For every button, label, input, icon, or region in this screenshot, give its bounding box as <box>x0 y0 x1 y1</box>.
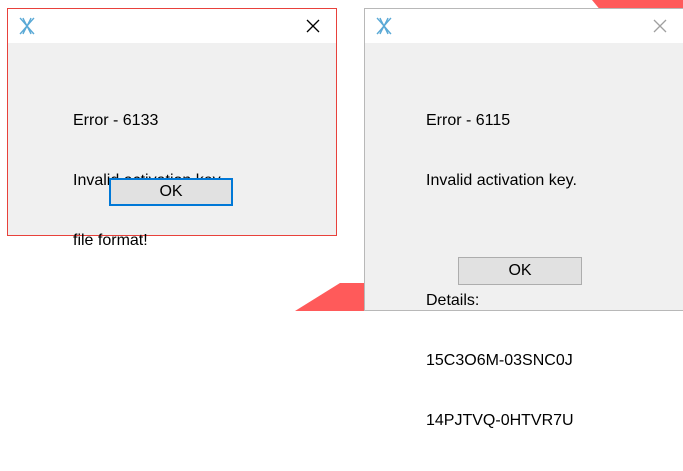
close-button[interactable] <box>637 9 683 43</box>
title-bar[interactable] <box>8 9 336 43</box>
message-line: Invalid activation key. <box>426 172 577 189</box>
app-logo-icon <box>376 17 392 35</box>
message-line: file format! <box>73 232 148 249</box>
ok-button[interactable]: OK <box>458 257 582 285</box>
message-line <box>426 231 577 251</box>
close-icon <box>653 19 667 33</box>
message-line: 15C3O6M-03SNC0J <box>426 352 573 369</box>
message-line: Error - 6133 <box>73 112 159 129</box>
error-dialog-6133: Error - 6133 Invalid activation.key file… <box>7 8 337 249</box>
close-icon <box>306 19 320 33</box>
message-line: Error - 6115 <box>426 112 511 129</box>
message-line: Details: <box>426 292 480 309</box>
ok-button[interactable]: OK <box>109 178 233 206</box>
title-bar[interactable] <box>365 9 683 43</box>
app-logo-icon <box>19 17 35 35</box>
close-button[interactable] <box>290 9 336 43</box>
message-line: 14PJTVQ-0HTVR7U <box>426 412 574 429</box>
error-dialog-6115: Error - 6115 Invalid activation key. Det… <box>364 8 683 429</box>
